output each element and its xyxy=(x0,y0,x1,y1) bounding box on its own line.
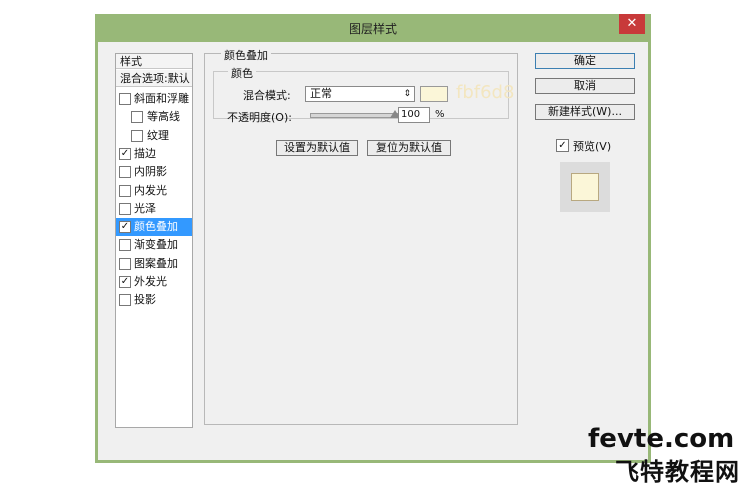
style-item-label: 描边 xyxy=(134,146,156,160)
preview-label: 预览(V) xyxy=(573,140,612,153)
style-checkbox[interactable]: ✓ xyxy=(119,221,131,234)
style-item[interactable]: 纹理 xyxy=(116,127,192,145)
style-checkbox[interactable] xyxy=(119,202,131,215)
opacity-input[interactable]: 100 xyxy=(398,107,430,123)
style-item[interactable]: 等高线 xyxy=(116,108,192,126)
watermark-domain: fevte.com xyxy=(588,424,735,454)
style-item[interactable]: 内阴影 xyxy=(116,163,192,181)
style-item[interactable]: 光泽 xyxy=(116,200,192,218)
style-item-label: 内阴影 xyxy=(134,165,167,179)
style-item-label: 等高线 xyxy=(147,110,180,124)
style-checkbox[interactable]: ✓ xyxy=(119,276,131,288)
dialog-body: 样式 混合选项:默认 斜面和浮雕 等高线 纹理 ✓ 描边 内阴影 内发光 光泽 ✓ 颜色叠加 渐变叠… xyxy=(98,42,648,460)
styles-list: 样式 混合选项:默认 斜面和浮雕 等高线 纹理 ✓ 描边 内阴影 内发光 光泽 ✓ 颜色叠加 渐变叠… xyxy=(115,53,193,428)
close-button[interactable]: ✕ xyxy=(619,14,645,34)
style-item-label: 颜色叠加 xyxy=(134,220,178,234)
style-checkbox[interactable] xyxy=(119,93,131,105)
make-default-button[interactable]: 设置为默认值 xyxy=(276,140,358,156)
style-item[interactable]: ✓ 颜色叠加 xyxy=(116,218,192,237)
style-checkbox[interactable] xyxy=(119,294,131,307)
color-subgroup: 颜色 混合模式: 正常 ⇕ fbf6d8 不透明度(O): 100 % xyxy=(213,65,514,124)
style-item-label: 纹理 xyxy=(147,128,169,142)
opacity-label: 不透明度(O): xyxy=(227,111,292,124)
blend-options-item[interactable]: 混合选项:默认 xyxy=(116,70,192,87)
style-item-label: 光泽 xyxy=(134,201,156,215)
blend-mode-label: 混合模式: xyxy=(243,89,291,102)
color-overlay-group: 颜色叠加 颜色 混合模式: 正常 ⇕ fbf6d8 不透明度(O): 100 %… xyxy=(204,47,518,425)
style-item[interactable]: 内发光 xyxy=(116,182,192,200)
blend-mode-select[interactable]: 正常 ⇕ xyxy=(305,86,415,102)
reset-default-button[interactable]: 复位为默认值 xyxy=(367,140,451,156)
style-item-label: 斜面和浮雕 xyxy=(134,92,189,105)
style-item-label: 图案叠加 xyxy=(134,256,178,270)
style-checkbox[interactable] xyxy=(119,184,131,197)
style-checkbox[interactable] xyxy=(119,257,131,270)
style-checkbox[interactable] xyxy=(119,166,131,179)
style-item[interactable]: 渐变叠加 xyxy=(116,236,192,254)
subgroup-title: 颜色 xyxy=(228,65,256,81)
style-item-label: 渐变叠加 xyxy=(134,238,178,252)
cancel-button[interactable]: 取消 xyxy=(535,78,635,94)
hex-value-label: fbf6d8 xyxy=(456,82,515,103)
group-title: 颜色叠加 xyxy=(221,47,271,63)
layer-style-dialog: 图层样式 ✕ 样式 混合选项:默认 斜面和浮雕 等高线 纹理 ✓ 描边 内阴影 内发光 光泽 ✓… xyxy=(95,14,651,463)
style-checkbox[interactable] xyxy=(119,239,131,252)
style-item-label: 投影 xyxy=(134,293,156,307)
opacity-unit: % xyxy=(435,109,445,120)
dialog-title: 图层样式 xyxy=(348,22,397,36)
preview-checkbox[interactable]: ✓ xyxy=(556,139,569,152)
style-item[interactable]: ✓ 外发光 xyxy=(116,273,192,291)
style-item[interactable]: 斜面和浮雕 xyxy=(116,90,192,108)
preview-swatch xyxy=(571,173,599,201)
preview-thumbnail xyxy=(560,162,610,212)
blend-mode-value: 正常 xyxy=(310,87,332,100)
style-item[interactable]: 图案叠加 xyxy=(116,255,192,273)
style-item-label: 内发光 xyxy=(134,183,167,197)
style-checkbox[interactable]: ✓ xyxy=(119,147,131,160)
select-arrow-icon: ⇕ xyxy=(403,89,411,99)
style-checkbox[interactable] xyxy=(131,129,143,142)
opacity-slider[interactable] xyxy=(310,113,398,118)
ok-button[interactable]: 确定 xyxy=(535,53,635,69)
style-checkbox[interactable] xyxy=(131,111,143,124)
title-bar: 图层样式 ✕ xyxy=(95,14,651,42)
new-style-button[interactable]: 新建样式(W)... xyxy=(535,104,635,120)
style-item[interactable]: ✓ 描边 xyxy=(116,145,192,163)
styles-header[interactable]: 样式 xyxy=(116,54,192,69)
color-swatch[interactable] xyxy=(420,86,448,102)
style-item-label: 外发光 xyxy=(134,275,167,288)
watermark-site-name: 飞特教程网 xyxy=(615,458,740,486)
style-item[interactable]: 投影 xyxy=(116,291,192,309)
